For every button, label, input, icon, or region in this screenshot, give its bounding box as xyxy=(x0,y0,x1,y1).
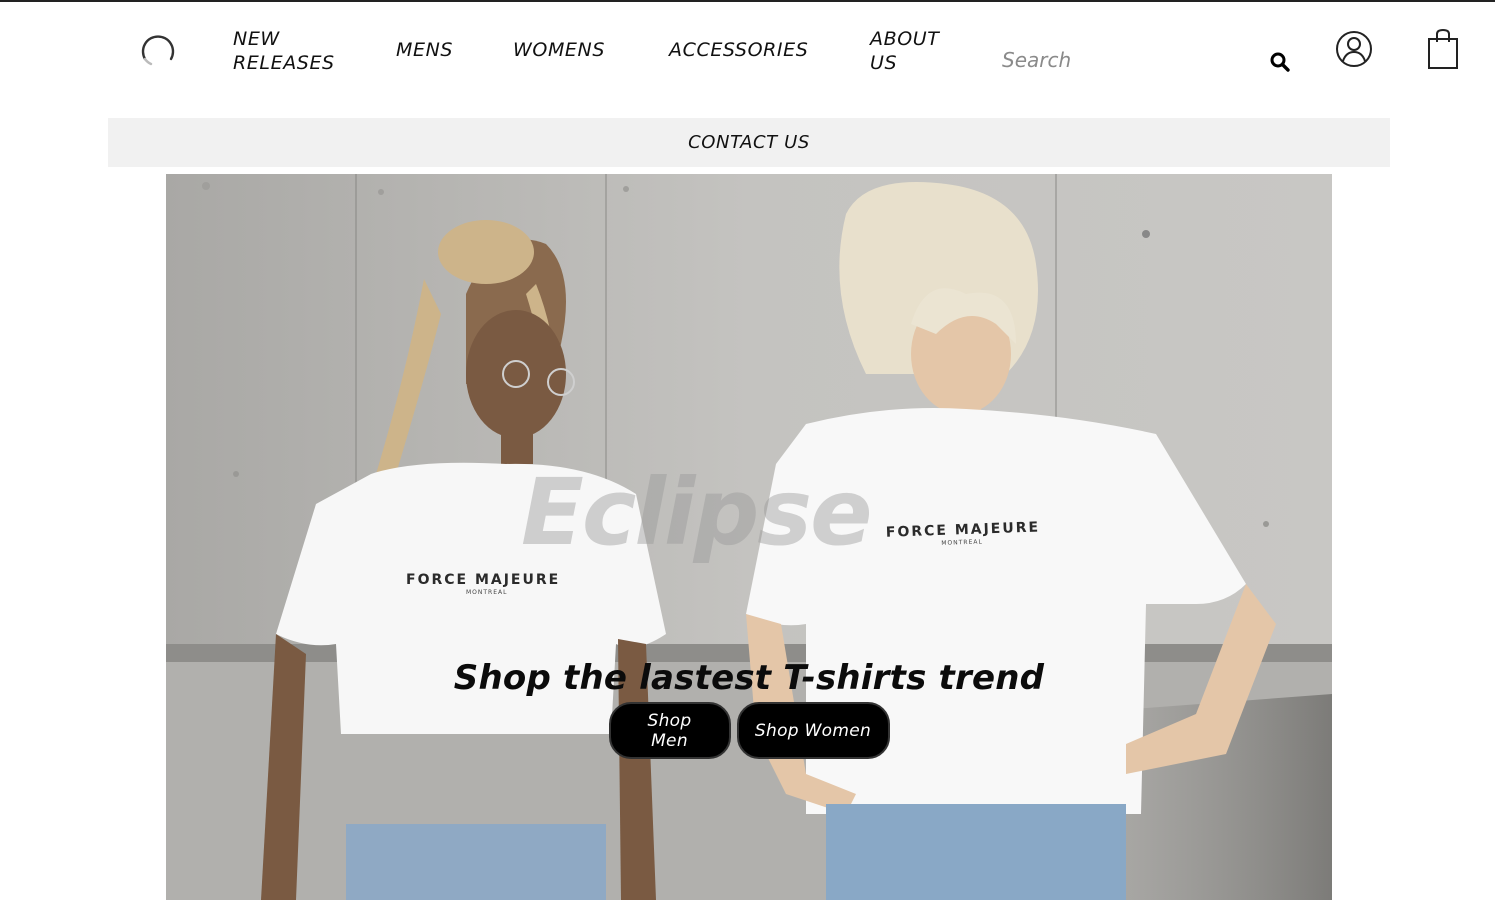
search-input[interactable] xyxy=(1000,42,1250,78)
user-icon[interactable] xyxy=(1334,29,1374,69)
hero-banner: FORCE MAJEURE MONTREAL FORCE MAJEURE MON… xyxy=(166,174,1332,900)
hero-tagline: Shop the lastest T-shirts trend xyxy=(453,658,1045,698)
nav-mens[interactable]: MENS xyxy=(396,38,453,62)
nav-about-us[interactable]: ABOUT US xyxy=(870,27,960,75)
woman-shirt-brand: FORCE MAJEURE xyxy=(406,572,560,588)
nav-new-releases-line2: RELEASES xyxy=(233,52,335,74)
shop-women-button[interactable]: Shop Women xyxy=(736,702,890,759)
woman-shirt-city: MONTREAL xyxy=(466,589,507,596)
shopping-bag-icon[interactable] xyxy=(1426,27,1460,71)
nav-new-releases[interactable]: NEW RELEASES xyxy=(233,27,353,75)
site-header: NEW RELEASES MENS WOMENS ACCESSORIES ABO… xyxy=(0,2,1495,112)
shop-men-button[interactable]: Shop Men xyxy=(608,702,731,759)
nav-new-releases-line1: NEW xyxy=(233,28,280,50)
nav-about-line2: US xyxy=(870,52,898,74)
man-shirt-city: MONTREAL xyxy=(941,538,983,546)
nav-womens[interactable]: WOMENS xyxy=(513,38,605,62)
nav-contact-us[interactable]: CONTACT US xyxy=(688,132,810,153)
hero-cta-group: Shop Men Shop Women xyxy=(166,702,1332,759)
nav-about-line1: ABOUT xyxy=(870,28,940,50)
search-icon[interactable] xyxy=(1268,50,1292,74)
logo-icon[interactable] xyxy=(139,32,177,70)
nav-accessories[interactable]: ACCESSORIES xyxy=(669,38,808,62)
brand-watermark: Eclipse xyxy=(521,459,872,566)
search-box xyxy=(1000,42,1300,82)
contact-bar: CONTACT US xyxy=(108,118,1390,167)
